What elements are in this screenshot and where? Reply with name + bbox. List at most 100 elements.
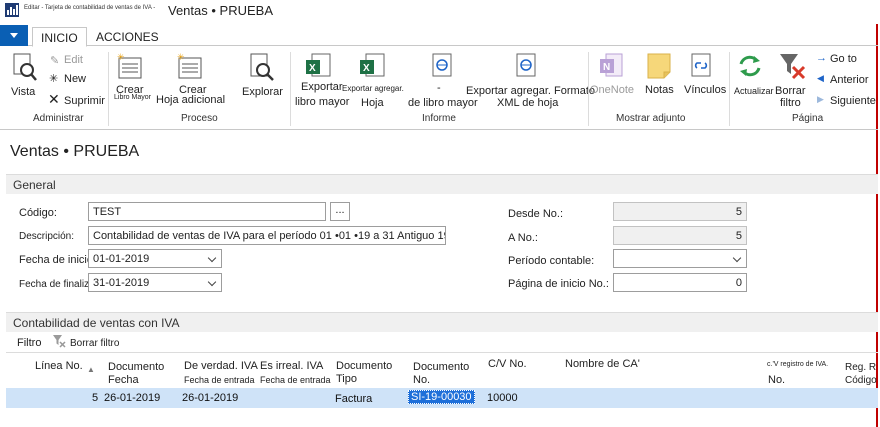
col-reg-l1[interactable]: Reg. R: [845, 361, 876, 374]
desde-no-field: 5: [613, 202, 747, 221]
cell-doc-tipo: Factura: [335, 393, 373, 405]
cell-documento-fecha: 26-01-2019: [104, 392, 161, 404]
excel-export-icon[interactable]: X: [304, 52, 334, 80]
edit-button[interactable]: Edit: [64, 54, 83, 66]
links-icon[interactable]: [688, 52, 714, 80]
goto-arrow-icon: →: [816, 52, 827, 64]
app-logo-icon: [5, 3, 19, 17]
window-subtitle: Editar - Tarjeta de contabilidad de vent…: [24, 5, 156, 11]
view-icon[interactable]: [12, 52, 38, 82]
a-no-label: A No.:: [508, 232, 538, 244]
col-doc-tipo-l1[interactable]: Documento: [336, 360, 392, 373]
section-general-title: General: [13, 178, 56, 192]
ribbon-separator: [588, 52, 589, 126]
export-ledger-l2: libro mayor: [295, 96, 350, 108]
ribbon-separator: [108, 52, 109, 126]
refresh-icon[interactable]: [736, 52, 764, 80]
svg-text:X: X: [363, 63, 370, 74]
group-informe: Informe: [422, 113, 456, 124]
create-sheet-sub: Hoja adicional: [156, 94, 226, 106]
col-cv-registro-l1[interactable]: c.'V registro de IVA.: [767, 358, 828, 371]
col-documento-fecha-l1[interactable]: Documento: [108, 361, 164, 374]
ribbon-tabs: INICIO ACCIONES: [0, 24, 878, 47]
borrar-filtro-l2: filtro: [780, 97, 801, 109]
export-ledger-l1[interactable]: Exportar: [301, 81, 343, 93]
ribbon: Vista ✎ Edit ✳ New ✕ Suprimir Administra…: [0, 46, 878, 130]
cell-cv-no: 10000: [487, 392, 518, 404]
export-xml-sheet-l1[interactable]: Exportar agregar. Formato: [466, 85, 595, 97]
xml-export-icon[interactable]: [428, 52, 456, 80]
codigo-field[interactable]: TEST: [88, 202, 326, 221]
edit-icon: ✎: [50, 55, 60, 67]
goto-button[interactable]: Go to: [830, 53, 857, 65]
periodo-contable-field[interactable]: [613, 249, 747, 268]
col-doc-no-l1[interactable]: Documento: [413, 361, 469, 374]
actualizar-button[interactable]: Actualizar: [734, 86, 774, 96]
notes-icon[interactable]: [646, 52, 672, 80]
export-sheet-l2: Hoja: [361, 97, 384, 109]
col-doc-tipo-l2: Tipo: [336, 373, 357, 385]
excel-export-sheet-icon[interactable]: X: [358, 52, 388, 80]
filter-button[interactable]: Filtro: [17, 337, 41, 349]
vista-button[interactable]: Vista: [11, 86, 35, 98]
col-esirreal-l1[interactable]: Es irreal. IVA: [260, 360, 323, 373]
create-sheet-icon[interactable]: ✳: [176, 52, 206, 82]
group-pagina: Página: [792, 113, 824, 124]
new-icon: ✳: [49, 73, 59, 85]
col-deverdad-l2: Fecha de entrada: [184, 375, 255, 385]
export-xml-sheet-l2: XML de hoja: [497, 97, 559, 109]
xml-export-sheet-icon[interactable]: [512, 52, 540, 80]
codigo-label: Código:: [19, 207, 57, 219]
svg-text:✳: ✳: [177, 52, 185, 62]
anterior-button[interactable]: Anterior: [830, 74, 869, 86]
fecha-inicio-label: Fecha de inicio: [19, 254, 93, 266]
explorar-button[interactable]: Explorar: [242, 86, 283, 98]
col-cv-no[interactable]: C/V No.: [488, 358, 527, 371]
window-title: Ventas • PRUEBA: [168, 3, 273, 18]
col-deverdad-l1[interactable]: De verdad. IVA: [184, 360, 258, 373]
notas-button[interactable]: Notas: [645, 84, 674, 96]
new-button[interactable]: New: [64, 73, 86, 85]
vinculos-button[interactable]: Vínculos: [684, 84, 726, 96]
pagina-inicio-label: Página de inicio No.:: [508, 278, 609, 290]
previous-icon: ◀: [817, 73, 824, 83]
col-reg-l2: Código: [845, 375, 877, 386]
group-mostrar-adjunto: Mostrar adjunto: [616, 113, 686, 124]
delete-icon: ✕: [48, 91, 60, 107]
section-lines-title: Contabilidad de ventas con IVA: [13, 316, 180, 330]
clear-filter-small-icon: [53, 335, 66, 348]
sort-ascending-icon: ▲: [87, 365, 95, 374]
delete-button[interactable]: Suprimir: [64, 95, 105, 107]
divider: [6, 352, 878, 353]
export-xml-ledger-l1[interactable]: -: [437, 82, 441, 94]
fecha-fin-field[interactable]: 31-01-2019: [88, 273, 222, 292]
export-sheet-l1[interactable]: Exportar agregar.: [342, 84, 404, 93]
descripcion-field[interactable]: Contabilidad de ventas de IVA para el pe…: [88, 226, 446, 245]
onenote-button[interactable]: OneNote: [590, 84, 634, 96]
borrar-filtro-l1[interactable]: Borrar: [775, 85, 806, 97]
col-linea-no[interactable]: Línea No.: [35, 360, 83, 373]
a-no-field: 5: [613, 226, 747, 245]
col-nombre-ca[interactable]: Nombre de CA': [565, 358, 640, 371]
ribbon-separator: [290, 52, 291, 126]
onenote-icon: N: [600, 53, 623, 77]
clear-filter-icon[interactable]: [778, 52, 806, 80]
group-administrar: Administrar: [33, 113, 84, 124]
create-ledger-icon[interactable]: ✳: [116, 52, 146, 82]
section-general-header[interactable]: General: [6, 174, 878, 194]
explore-icon[interactable]: [248, 52, 276, 82]
app-menu-button[interactable]: [0, 25, 28, 46]
cell-doc-no[interactable]: SI-19-00030: [408, 390, 475, 404]
cell-deverdad: 26-01-2019: [182, 392, 239, 404]
col-esirreal-l2: Fecha de entrada: [260, 375, 331, 385]
fecha-inicio-field[interactable]: 01-01-2019: [88, 249, 222, 268]
create-ledger-sub: Libro Mayor: [114, 94, 151, 101]
clear-filter-button[interactable]: Borrar filtro: [70, 338, 119, 349]
col-doc-no-l2: No.: [413, 374, 431, 386]
pagina-inicio-field[interactable]: 0: [613, 273, 747, 292]
siguiente-button[interactable]: Siguiente: [830, 95, 876, 107]
section-lines-header[interactable]: Contabilidad de ventas con IVA: [6, 312, 878, 332]
tab-inicio[interactable]: INICIO: [32, 27, 87, 47]
codigo-lookup-button[interactable]: ...: [330, 202, 350, 221]
tab-acciones[interactable]: ACCIONES: [88, 27, 167, 47]
